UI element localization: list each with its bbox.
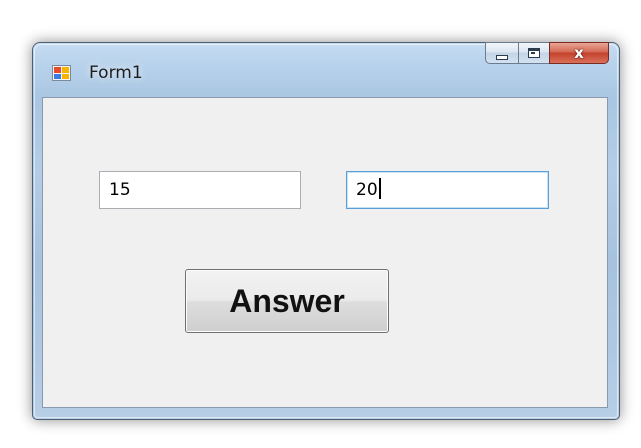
close-button[interactable]: x [549,42,609,64]
form1-window: Form1 x 15 20 Answer [32,42,620,420]
first-number-value: 15 [109,180,131,200]
close-icon: x [574,43,584,62]
text-caret [378,178,381,199]
window-title: Form1 [89,63,143,83]
desktop: Form1 x 15 20 Answer [0,0,641,448]
caption-buttons: x [485,42,609,64]
form-client-area: 15 20 Answer [42,97,608,408]
second-number-textbox[interactable]: 20 [346,171,549,209]
minimize-button[interactable] [485,42,519,64]
maximize-button[interactable] [518,42,550,64]
title-bar[interactable]: Form1 x [33,42,619,95]
first-number-textbox[interactable]: 15 [99,171,301,209]
answer-button[interactable]: Answer [185,269,389,333]
maximize-icon [528,48,540,58]
minimize-icon [496,54,508,60]
second-number-value: 20 [356,180,378,200]
form-app-icon[interactable] [52,65,71,81]
